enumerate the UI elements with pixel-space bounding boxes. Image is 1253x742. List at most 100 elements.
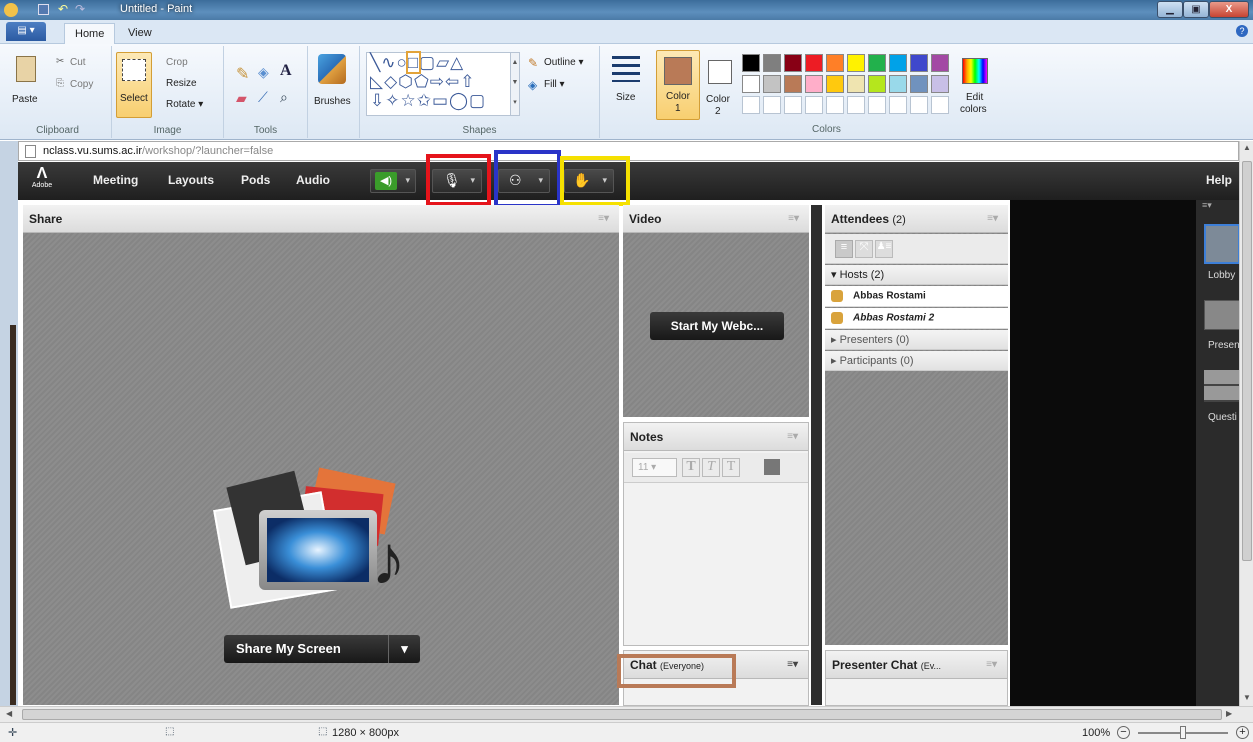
color1-button[interactable]: Color 1 [656, 50, 700, 120]
color-picker-icon[interactable]: ⟋ [258, 89, 268, 106]
menu-help[interactable]: Help [1206, 173, 1232, 187]
speaker-dropdown-icon[interactable]: ▾ [405, 175, 410, 186]
menu-meeting[interactable]: Meeting [93, 173, 138, 187]
palette-swatch[interactable] [805, 96, 823, 114]
list-view-icon[interactable]: ≡ [835, 240, 853, 258]
palette-swatch[interactable] [847, 96, 865, 114]
layout-thumb-presentation[interactable] [1204, 300, 1240, 330]
palette-swatch[interactable] [889, 96, 907, 114]
palette-swatch[interactable] [910, 54, 928, 72]
shapes-scroll[interactable]: ▲ ▼ ▾ [510, 52, 520, 116]
scroll-down-icon[interactable]: ▼ [1243, 693, 1251, 702]
palette-swatch[interactable] [826, 54, 844, 72]
color2-button[interactable]: Color 2 [704, 50, 740, 120]
cut-button[interactable]: Cut [70, 57, 86, 68]
help-icon[interactable]: ? [1236, 25, 1248, 37]
presenter-chat-menu-icon[interactable]: ≡▾ [986, 659, 997, 670]
presenters-group-row[interactable]: ▸ Presenters (0) [825, 330, 1008, 350]
palette-swatch[interactable] [847, 75, 865, 93]
paste-button[interactable]: Paste [12, 94, 38, 105]
zoom-out-button[interactable]: − [1117, 726, 1130, 739]
video-pod-menu-icon[interactable]: ≡▾ [788, 213, 799, 224]
cut-icon[interactable]: ✂ [56, 56, 64, 67]
layouts-menu-icon[interactable]: ≡▾ [1202, 200, 1212, 211]
start-webcam-button[interactable]: Start My Webc... [650, 312, 784, 340]
resize-button[interactable]: Resize [166, 78, 197, 89]
palette-swatch[interactable] [784, 54, 802, 72]
attendees-pod-menu-icon[interactable]: ≡▾ [987, 213, 998, 224]
palette-swatch[interactable] [931, 75, 949, 93]
eraser-icon[interactable]: ▰ [236, 90, 247, 107]
scroll-left-icon[interactable]: ◀ [6, 709, 12, 718]
maximize-button[interactable]: ▣ [1183, 1, 1209, 18]
zoom-slider-thumb[interactable] [1180, 726, 1186, 739]
palette-swatch[interactable] [868, 75, 886, 93]
scroll-up-icon[interactable]: ▲ [1243, 143, 1251, 152]
menu-layouts[interactable]: Layouts [168, 173, 214, 187]
fill-bucket-icon[interactable]: ◈ [258, 64, 269, 81]
fill-button[interactable]: Fill ▾ [544, 79, 565, 90]
notes-text-area[interactable] [624, 484, 808, 644]
brushes-icon[interactable] [318, 54, 346, 84]
copy-button[interactable]: Copy [70, 79, 93, 90]
select-button[interactable]: Select [116, 52, 152, 118]
scroll-right-icon[interactable]: ▶ [1226, 709, 1232, 718]
status-view-icon[interactable]: ♟≡ [875, 240, 893, 258]
text-color-button[interactable] [764, 459, 780, 475]
palette-swatch[interactable] [826, 75, 844, 93]
layout-thumb-lobby[interactable] [1204, 224, 1240, 264]
chat-pod-menu-icon[interactable]: ≡▾ [787, 659, 798, 670]
tab-home[interactable]: Home [64, 23, 116, 44]
share-my-screen-button[interactable]: Share My Screen ▾ [224, 635, 420, 663]
attendee-row[interactable]: Abbas Rostami 2 [825, 308, 1008, 329]
share-dropdown-icon[interactable]: ▾ [388, 635, 420, 663]
paste-icon[interactable] [16, 56, 36, 82]
palette-swatch[interactable] [910, 75, 928, 93]
tab-view[interactable]: View [118, 23, 162, 44]
text-icon[interactable]: A [280, 62, 292, 80]
palette-swatch[interactable] [826, 96, 844, 114]
hosts-group-row[interactable]: ▾ Hosts (2) [825, 265, 1008, 285]
close-button[interactable]: X [1209, 1, 1249, 18]
attendee-row[interactable]: Abbas Rostami [825, 286, 1008, 307]
redo-icon[interactable]: ↷ [75, 2, 85, 16]
pod-splitter[interactable] [811, 205, 822, 705]
font-size-select[interactable]: 11 ▾ [632, 458, 677, 477]
outline-button[interactable]: Outline ▾ [544, 57, 583, 68]
italic-button[interactable]: T [702, 458, 720, 477]
horizontal-scrollbar[interactable]: ◀ ▶ [0, 706, 1253, 722]
scroll-thumb[interactable] [1242, 161, 1252, 561]
palette-swatch[interactable] [784, 75, 802, 93]
magnifier-icon[interactable]: ⌕ [280, 89, 288, 106]
menu-audio[interactable]: Audio [296, 173, 330, 187]
palette-swatch[interactable] [805, 54, 823, 72]
adobe-logo[interactable]: Λ Adobe [30, 166, 54, 196]
palette-swatch[interactable] [742, 75, 760, 93]
palette-swatch[interactable] [805, 75, 823, 93]
size-button[interactable]: Size [604, 50, 648, 122]
palette-swatch[interactable] [889, 75, 907, 93]
palette-swatch[interactable] [889, 54, 907, 72]
participants-group-row[interactable]: ▸ Participants (0) [825, 351, 1008, 371]
speaker-button[interactable]: ◀) ▾ [370, 169, 416, 193]
breakout-view-icon[interactable]: ⤧ [855, 240, 873, 258]
palette-swatch[interactable] [931, 54, 949, 72]
palette-swatch[interactable] [847, 54, 865, 72]
paint-app-icon[interactable] [4, 3, 18, 17]
minimize-button[interactable]: ▁ [1157, 1, 1183, 18]
undo-icon[interactable]: ↶ [58, 2, 68, 16]
zoom-in-button[interactable]: + [1236, 726, 1249, 739]
crop-button[interactable]: Crop [166, 57, 188, 68]
palette-swatch[interactable] [763, 96, 781, 114]
brushes-button[interactable]: Brushes [314, 96, 351, 107]
palette-swatch[interactable] [868, 54, 886, 72]
share-pod-menu-icon[interactable]: ≡▾ [598, 213, 609, 224]
palette-swatch[interactable] [763, 54, 781, 72]
rotate-button[interactable]: Rotate ▾ [166, 99, 203, 110]
palette-swatch[interactable] [742, 96, 760, 114]
palette-swatch[interactable] [784, 96, 802, 114]
layout-thumb-questions[interactable] [1204, 370, 1240, 402]
file-menu-button[interactable]: ▤ ▾ [6, 22, 46, 41]
pencil-icon[interactable]: ✎ [236, 64, 249, 84]
palette-swatch[interactable] [931, 96, 949, 114]
